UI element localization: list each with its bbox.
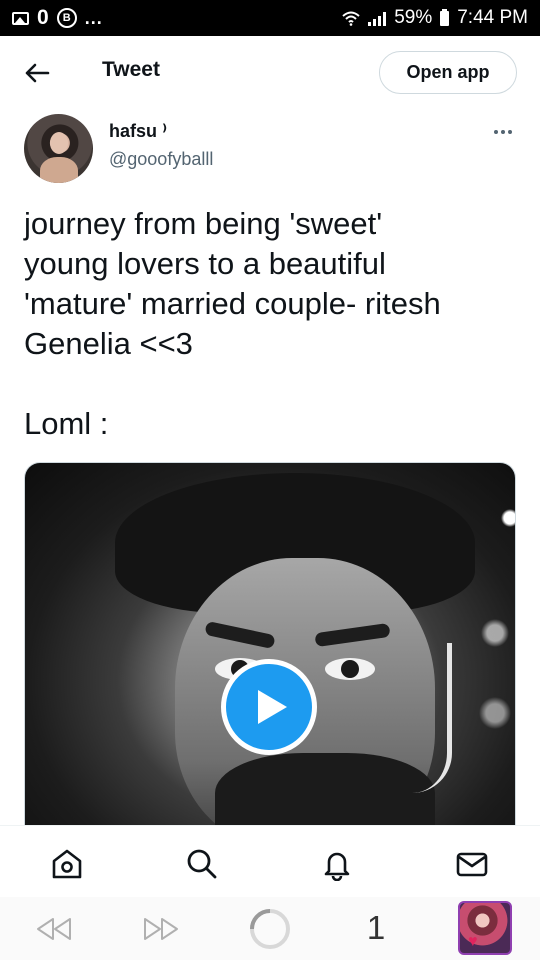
zero-notification-icon: 0 bbox=[37, 6, 49, 29]
more-dot bbox=[501, 130, 505, 134]
search-icon bbox=[187, 849, 217, 879]
tweet-text-line: 'mature' married couple- ritesh bbox=[24, 286, 441, 321]
author-display-name[interactable]: hafsu ⁾ bbox=[109, 121, 167, 142]
browser-back-button[interactable] bbox=[34, 913, 74, 945]
status-left: 0 B ... bbox=[12, 6, 103, 30]
more-horizontal-icon bbox=[494, 130, 498, 134]
author-handle[interactable]: @gooofyballl bbox=[109, 149, 213, 170]
status-right: 59% 7:44 PM bbox=[342, 7, 528, 29]
nav-search[interactable] bbox=[184, 846, 220, 882]
loading-spinner-icon bbox=[250, 909, 290, 949]
fast-forward-icon bbox=[144, 918, 178, 940]
tab-count-button[interactable]: 1 bbox=[356, 906, 396, 950]
open-app-button[interactable]: Open app bbox=[379, 51, 517, 94]
b-notification-icon: B bbox=[56, 8, 77, 28]
page-title: Tweet bbox=[102, 58, 160, 81]
battery-icon bbox=[440, 8, 450, 26]
browser-reload-button[interactable] bbox=[248, 907, 292, 951]
arrow-left-icon bbox=[25, 63, 50, 83]
video-frame-lights bbox=[25, 463, 515, 825]
bell-icon bbox=[324, 852, 350, 881]
play-icon bbox=[258, 690, 287, 724]
tweet-text-line: young lovers to a beautiful bbox=[24, 246, 386, 281]
signal-icon bbox=[368, 11, 387, 26]
battery-percent: 59% bbox=[394, 7, 433, 28]
avatar-body bbox=[40, 157, 78, 183]
tweet-text-line: Genelia <<3 bbox=[24, 326, 193, 361]
rewind-icon bbox=[37, 918, 71, 940]
home-icon bbox=[52, 849, 82, 879]
avatar-face bbox=[50, 132, 68, 154]
more-notifications-indicator: ... bbox=[84, 7, 103, 28]
status-bar: 0 B ... 59% 7:44 PM bbox=[0, 0, 540, 36]
browser-forward-button[interactable] bbox=[141, 913, 181, 945]
gallery-notification-icon bbox=[12, 11, 29, 25]
play-button[interactable] bbox=[221, 659, 317, 755]
avatar[interactable] bbox=[24, 114, 93, 183]
nav-messages[interactable] bbox=[454, 846, 490, 882]
tweet-text-line: journey from being 'sweet' bbox=[24, 206, 383, 241]
wifi-icon bbox=[342, 11, 360, 26]
back-button[interactable] bbox=[22, 58, 52, 88]
tweet-header: Tweet Open app bbox=[0, 36, 540, 110]
bottom-nav bbox=[0, 825, 540, 898]
clock: 7:44 PM bbox=[457, 7, 528, 28]
tweet-text-loml: Loml : bbox=[24, 406, 109, 441]
envelope-icon bbox=[456, 852, 488, 877]
tweet-text: journey from being 'sweet' young lovers … bbox=[24, 204, 518, 364]
more-button[interactable] bbox=[488, 118, 518, 146]
profile-thumbnail[interactable]: ♥ bbox=[458, 901, 512, 955]
nav-notifications[interactable] bbox=[319, 846, 355, 882]
more-dot bbox=[508, 130, 512, 134]
heart-icon: ♥ bbox=[468, 933, 478, 950]
nav-home[interactable] bbox=[49, 846, 85, 882]
video-player[interactable] bbox=[24, 462, 516, 825]
